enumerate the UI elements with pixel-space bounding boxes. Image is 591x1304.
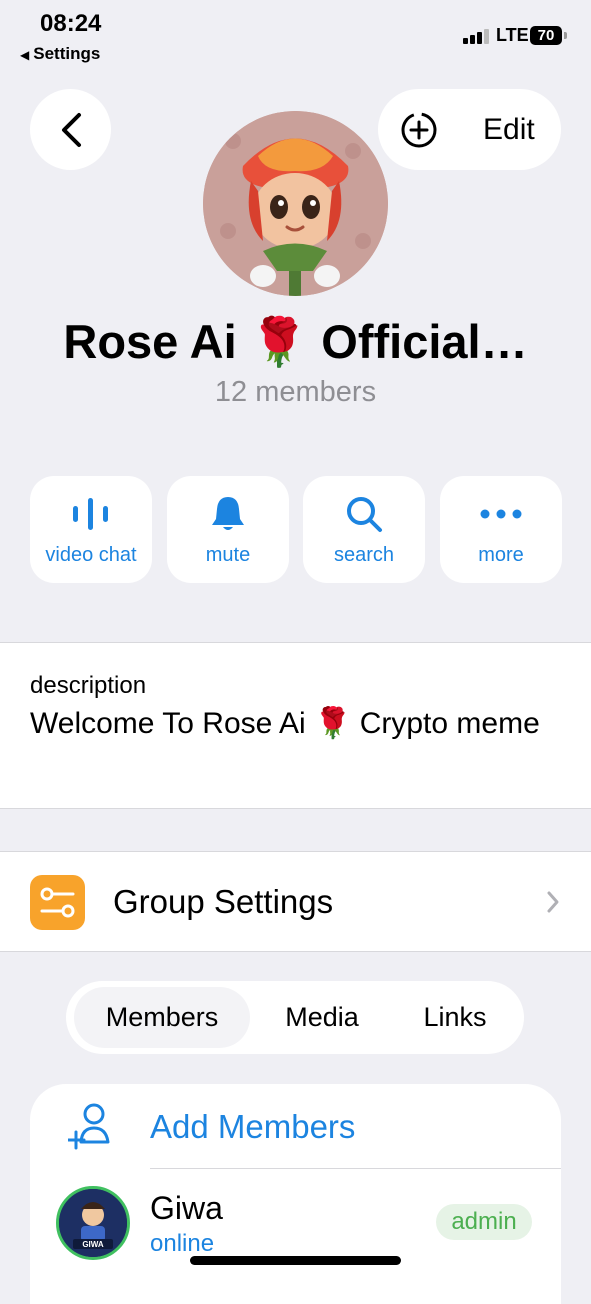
video-chat-button[interactable]: video chat bbox=[30, 476, 152, 583]
add-person-icon bbox=[68, 1103, 110, 1150]
back-triangle-icon: ◀ bbox=[20, 48, 30, 62]
tab-media[interactable]: Media bbox=[262, 981, 382, 1054]
status-time: 08:24 bbox=[40, 10, 102, 37]
back-to-app-link[interactable]: ◀ Settings bbox=[20, 44, 100, 64]
more-label: more bbox=[478, 544, 524, 566]
member-avatar: GIWA bbox=[56, 1186, 130, 1260]
back-button[interactable] bbox=[30, 89, 111, 170]
description-label: description bbox=[30, 672, 147, 699]
members-count: 12 members bbox=[214, 376, 377, 408]
tab-members[interactable]: Members bbox=[74, 987, 250, 1048]
more-dots-icon bbox=[480, 509, 522, 519]
group-avatar[interactable] bbox=[203, 111, 388, 296]
mute-label: mute bbox=[205, 544, 251, 566]
more-button[interactable]: more bbox=[440, 476, 562, 583]
member-name: Giwa bbox=[150, 1190, 223, 1226]
chevron-right-icon bbox=[547, 891, 559, 913]
group-settings-label: Group Settings bbox=[113, 883, 334, 920]
battery-tip bbox=[564, 32, 567, 39]
add-circle-icon[interactable] bbox=[400, 111, 438, 149]
search-icon bbox=[347, 497, 382, 532]
tab-links[interactable]: Links bbox=[396, 981, 514, 1054]
status-bar: 08:24 ◀ Settings LTE 70 bbox=[0, 0, 591, 72]
avatar-text: GIWA bbox=[82, 1240, 104, 1249]
rose-character-image bbox=[203, 111, 388, 296]
divider bbox=[150, 1168, 561, 1169]
signal-icon bbox=[463, 28, 491, 44]
group-settings-row[interactable]: Group Settings bbox=[0, 851, 591, 952]
search-button[interactable]: search bbox=[303, 476, 425, 583]
member-row[interactable]: GIWA Giwa online admin bbox=[30, 1170, 561, 1270]
add-members-label: Add Members bbox=[150, 1108, 356, 1145]
tabs-bar: Members Media Links bbox=[66, 981, 524, 1054]
admin-badge: admin bbox=[436, 1204, 532, 1240]
edit-pill: Edit bbox=[378, 89, 561, 170]
mute-button[interactable]: mute bbox=[167, 476, 289, 583]
action-buttons: video chat mute search more bbox=[30, 476, 562, 583]
settings-sliders-icon bbox=[30, 875, 85, 930]
group-title: Rose Ai 🌹 Official… bbox=[63, 315, 528, 368]
description-section: description Welcome To Rose Ai 🌹 Crypto … bbox=[0, 642, 591, 809]
search-label: search bbox=[333, 544, 395, 566]
bell-icon bbox=[212, 497, 244, 530]
battery-icon: 70 bbox=[530, 26, 562, 45]
network-label: LTE bbox=[496, 25, 529, 45]
voice-wave-icon bbox=[73, 498, 108, 530]
member-status: online bbox=[150, 1230, 215, 1257]
video-chat-label: video chat bbox=[45, 544, 137, 566]
add-members-row[interactable]: Add Members bbox=[30, 1084, 561, 1170]
back-app-label: Settings bbox=[33, 44, 101, 63]
home-indicator bbox=[190, 1256, 401, 1265]
description-text: Welcome To Rose Ai 🌹 Crypto meme bbox=[30, 707, 540, 740]
chevron-left-icon bbox=[61, 112, 81, 147]
members-card: Add Members GIWA Giwa online admin bbox=[30, 1084, 561, 1304]
edit-button[interactable]: Edit bbox=[483, 113, 535, 147]
